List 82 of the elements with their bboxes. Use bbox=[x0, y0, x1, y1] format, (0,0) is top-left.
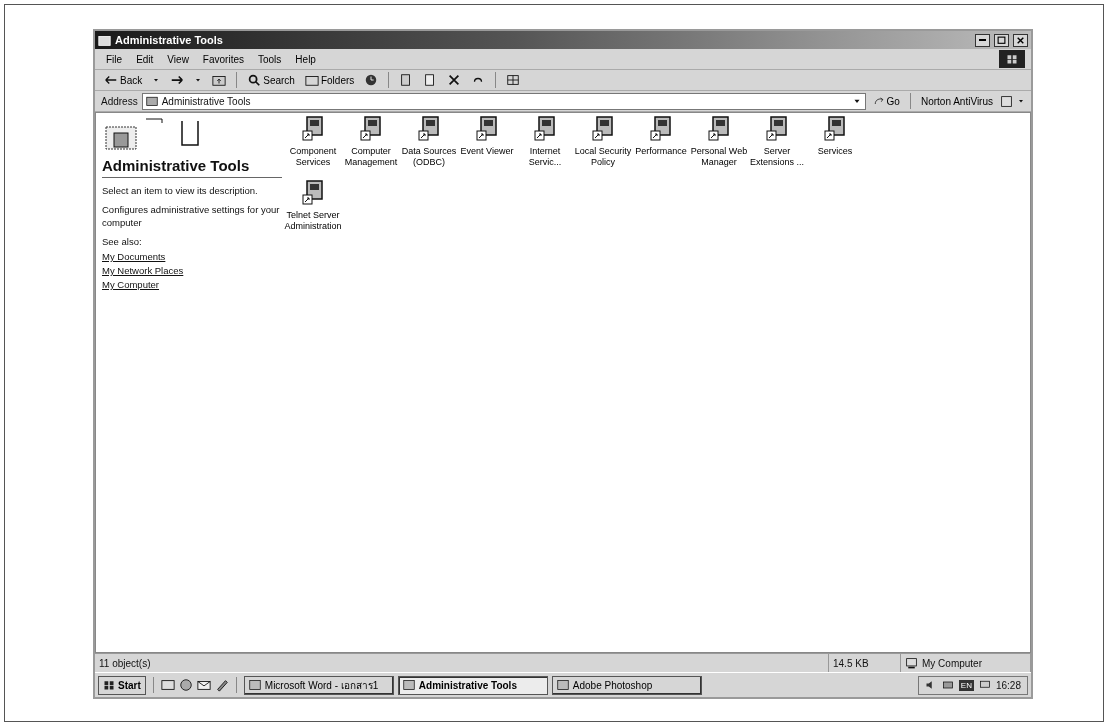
menu-item[interactable]: Favorites bbox=[197, 52, 249, 66]
tool-item[interactable]: Data Sources (ODBC) bbox=[400, 115, 458, 179]
window-icon bbox=[556, 679, 569, 691]
folders-button[interactable]: Folders bbox=[301, 72, 358, 88]
folder-icon bbox=[145, 95, 158, 107]
back-button[interactable]: Back bbox=[101, 72, 146, 88]
tool-item[interactable]: Local Security Policy bbox=[574, 115, 632, 179]
search-icon bbox=[247, 73, 262, 87]
tool-item[interactable]: Telnet Server Administration bbox=[284, 179, 342, 243]
clock: 16:28 bbox=[995, 679, 1021, 691]
caret-icon bbox=[1017, 97, 1025, 105]
taskbar-button[interactable]: Administrative Tools bbox=[397, 675, 548, 695]
maximize-icon bbox=[997, 35, 1006, 45]
size-text: 14.5 KB bbox=[833, 657, 869, 669]
zone-text: My Computer bbox=[922, 657, 982, 669]
shortcut-icon bbox=[822, 115, 848, 143]
tool-item[interactable]: Services bbox=[806, 115, 864, 179]
link[interactable]: My Documents bbox=[102, 251, 282, 262]
window-title: Administrative Tools bbox=[115, 34, 224, 46]
go-button[interactable]: Go bbox=[869, 94, 903, 108]
menu-item[interactable]: Help bbox=[290, 52, 321, 66]
folder-icon bbox=[98, 33, 111, 47]
tool-item[interactable]: Computer Management bbox=[342, 115, 400, 179]
clock-icon bbox=[364, 73, 379, 87]
taskbar-button[interactable]: Adobe Photoshop bbox=[551, 675, 702, 695]
desktop-icon bbox=[160, 678, 175, 692]
address-label: Address bbox=[101, 95, 138, 107]
description-text: Configures administrative settings for your computer bbox=[102, 203, 281, 229]
menu-item[interactable]: Edit bbox=[131, 52, 159, 66]
shortcut-icon bbox=[300, 179, 326, 207]
shortcut-icon bbox=[358, 115, 384, 143]
right-arrow-icon bbox=[170, 73, 185, 87]
start-button[interactable]: Start bbox=[98, 675, 146, 695]
menu-item[interactable]: File bbox=[101, 52, 128, 66]
tool-item[interactable]: Server Extensions ... bbox=[748, 115, 806, 179]
taskbar-button[interactable]: Microsoft Word - เอกสาร1 bbox=[243, 675, 394, 695]
folder-up-icon bbox=[212, 73, 227, 87]
address-field[interactable]: Administrative Tools bbox=[141, 92, 866, 110]
antivirus-button[interactable]: Norton AntiVirus bbox=[917, 94, 996, 108]
object-count: 11 object(s) bbox=[99, 657, 151, 669]
caret-icon bbox=[194, 76, 203, 84]
grid-icon bbox=[506, 73, 521, 87]
shortcut-icon bbox=[532, 115, 558, 143]
tool-item[interactable]: Personal Web Manager bbox=[690, 115, 748, 179]
maximize-button[interactable] bbox=[994, 33, 1009, 47]
shortcut-icon bbox=[474, 115, 500, 143]
close-icon bbox=[1016, 35, 1025, 45]
tool-item[interactable]: Internet Servic... bbox=[516, 115, 574, 179]
minimize-button[interactable] bbox=[975, 33, 990, 47]
window-icon bbox=[248, 679, 261, 691]
search-button[interactable]: Search bbox=[244, 72, 298, 88]
hint-text: Select an item to view its description. bbox=[102, 184, 259, 197]
monitor-icon bbox=[978, 679, 991, 691]
shortcut-icon bbox=[416, 115, 442, 143]
window-icon bbox=[402, 679, 415, 691]
minimize-icon bbox=[979, 39, 986, 41]
tool-item[interactable]: Component Services bbox=[284, 115, 342, 179]
caret-icon bbox=[152, 76, 161, 84]
menu-item[interactable]: Tools bbox=[253, 52, 287, 66]
pen-icon bbox=[214, 678, 229, 692]
shortcut-icon bbox=[648, 115, 674, 143]
left-arrow-icon bbox=[104, 73, 118, 87]
close-button[interactable] bbox=[1013, 33, 1028, 47]
arrow-icon bbox=[872, 95, 885, 107]
panel-heading: Administrative Tools bbox=[102, 157, 282, 178]
delete-icon bbox=[447, 73, 462, 87]
shortcut-icon bbox=[764, 115, 790, 143]
tool-item[interactable]: Performance bbox=[632, 115, 690, 179]
shortcut-icon bbox=[300, 115, 326, 143]
flag-icon bbox=[1006, 53, 1018, 65]
computer-icon bbox=[905, 656, 918, 670]
language-indicator[interactable]: EN bbox=[958, 679, 974, 691]
flag-icon bbox=[103, 679, 115, 691]
envelope-icon bbox=[196, 678, 211, 692]
menu-item[interactable]: View bbox=[162, 52, 194, 66]
shortcut-icon bbox=[706, 115, 732, 143]
tool-item[interactable]: Event Viewer bbox=[458, 115, 516, 179]
link[interactable]: My Network Places bbox=[102, 265, 282, 276]
shortcut-icon bbox=[590, 115, 616, 143]
see-also-label: See also: bbox=[102, 235, 143, 248]
link[interactable]: My Computer bbox=[102, 279, 282, 290]
folder-icon bbox=[304, 73, 319, 87]
